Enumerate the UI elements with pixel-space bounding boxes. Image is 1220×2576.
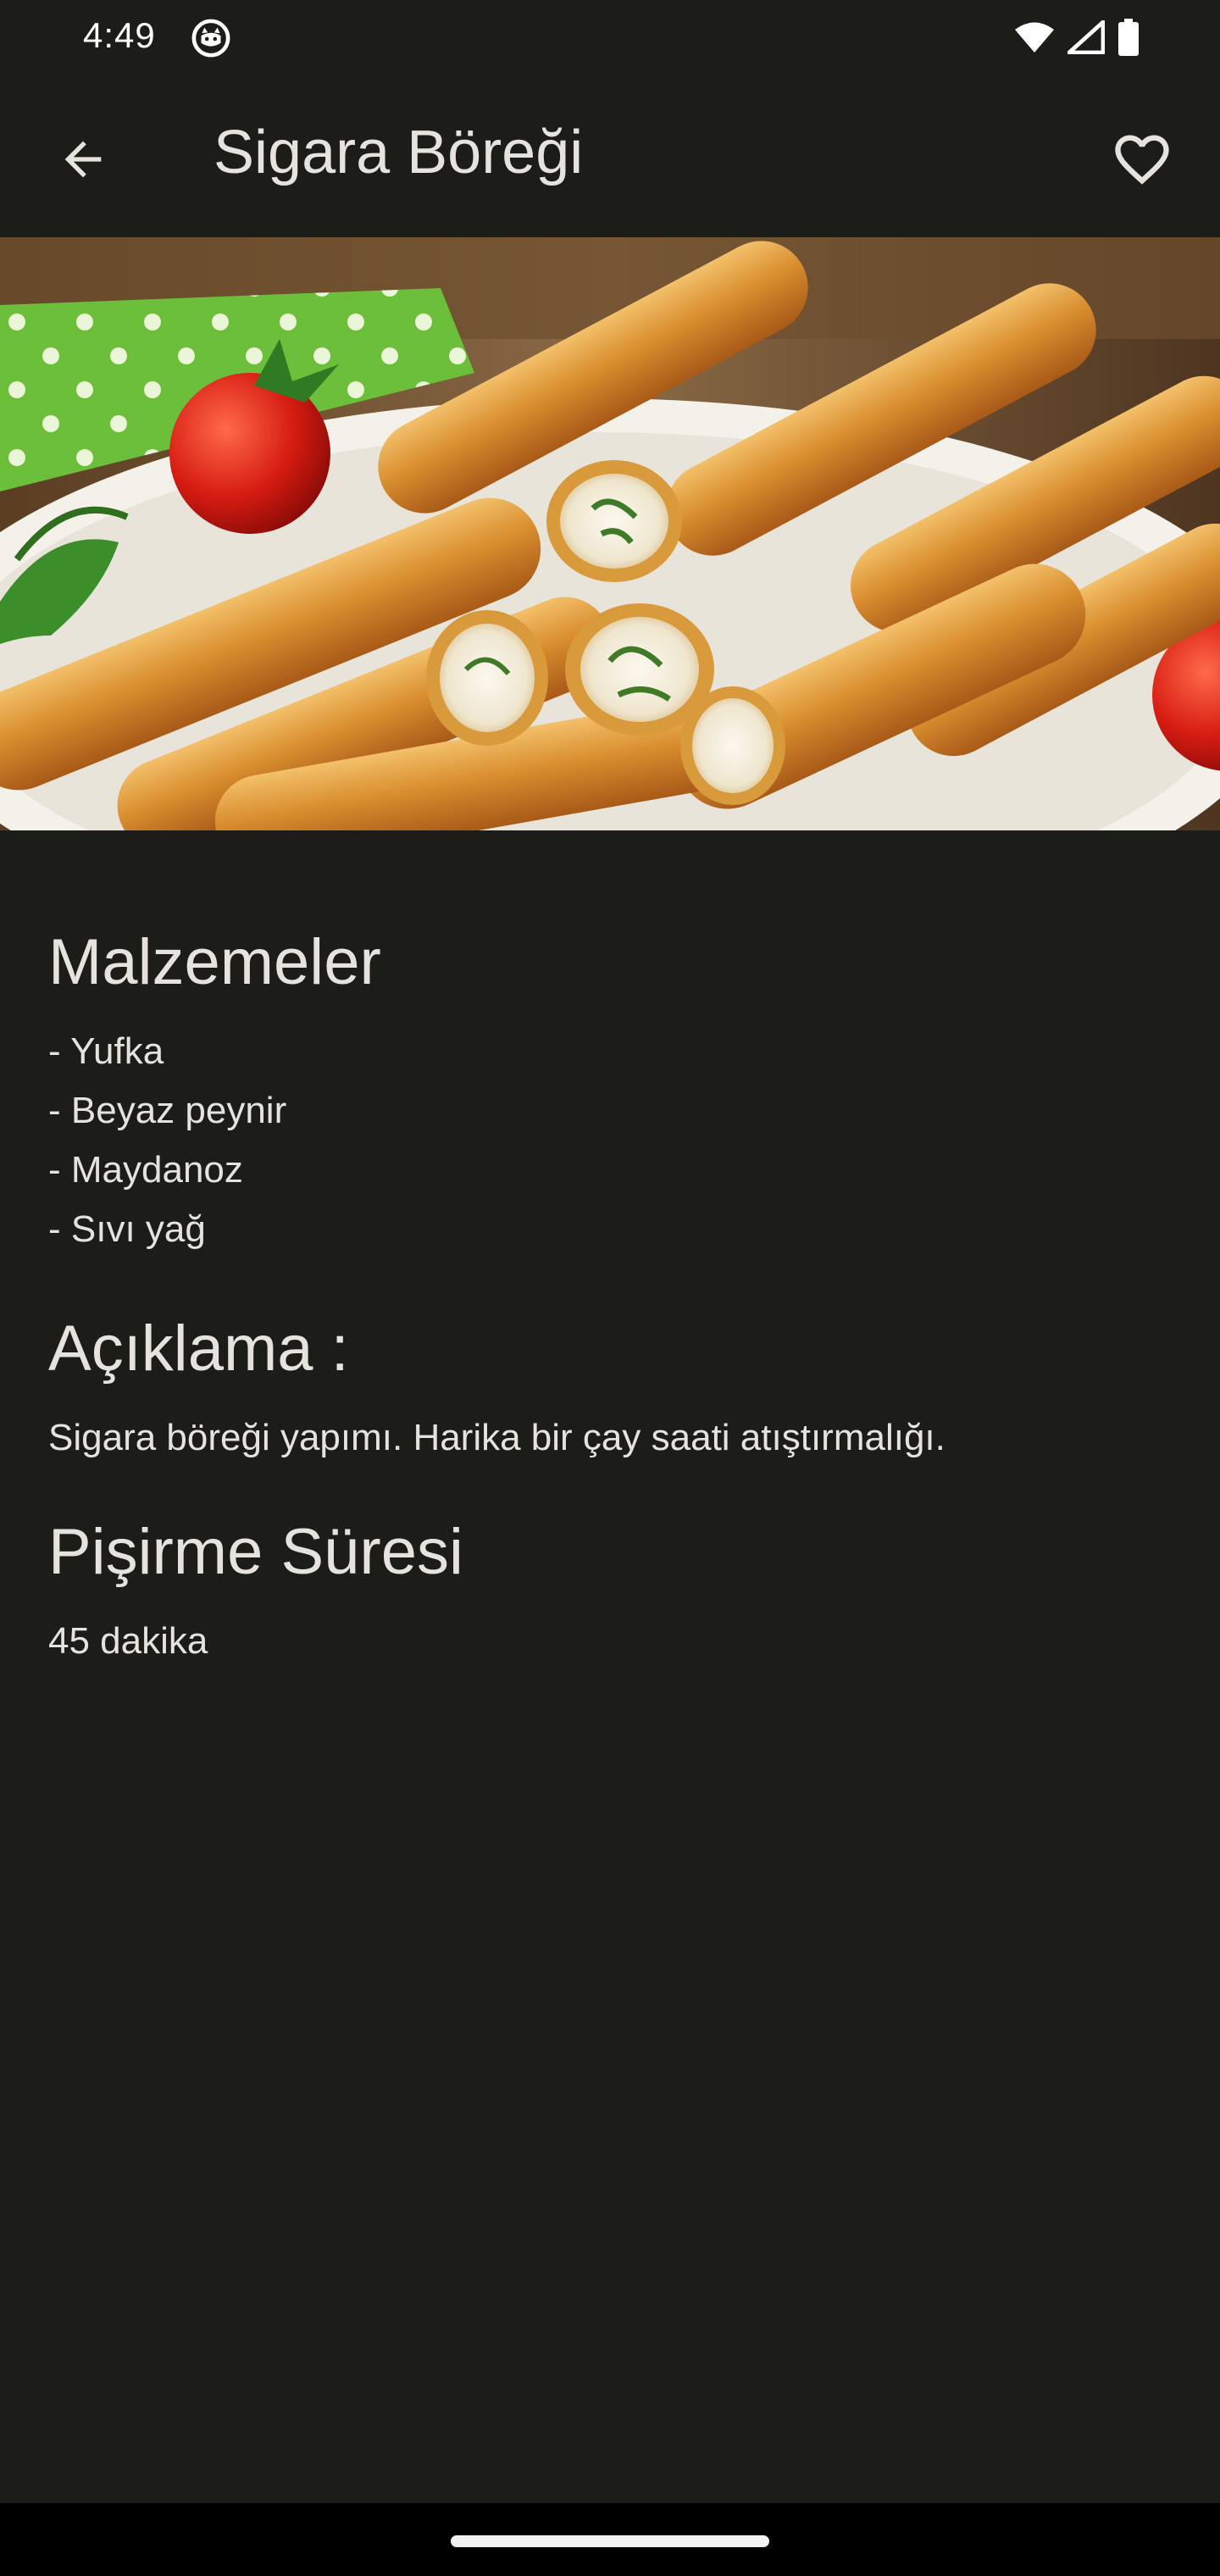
home-gesture-handle[interactable]	[451, 2535, 769, 2547]
ingredient-item: - Sıvı yağ	[48, 1208, 206, 1250]
ingredients-heading: Malzemeler	[48, 926, 381, 998]
ingredients-section: Malzemeler - Yufka - Beyaz peynir - Mayd…	[48, 915, 1175, 1259]
status-icons	[1013, 17, 1140, 58]
description-text: Sigara böreği yapımı. Harika bir çay saa…	[48, 1417, 946, 1458]
status-time: 4:49	[83, 15, 156, 55]
status-bar: 4:49	[0, 0, 1220, 75]
ingredient-item: - Yufka	[48, 1030, 164, 1072]
battery-icon	[1118, 19, 1139, 56]
description-section: Açıklama : Sigara böreği yapımı. Harika …	[48, 1302, 1175, 1468]
favorite-button[interactable]	[1098, 115, 1186, 203]
cooking-time-heading: Pişirme Süresi	[48, 1516, 463, 1588]
cellular-signal-icon	[1068, 20, 1105, 54]
heart-outline-icon	[1115, 135, 1169, 185]
arrow-back-icon	[64, 141, 102, 178]
wifi-icon	[1015, 22, 1054, 53]
navigation-bar	[0, 2503, 1220, 2576]
recipe-content: Malzemeler - Yufka - Beyaz peynir - Mayd…	[48, 915, 1175, 1671]
ingredient-item: - Beyaz peynir	[48, 1090, 287, 1131]
notification-cat-icon	[191, 19, 230, 58]
ingredient-list: - Yufka - Beyaz peynir - Maydanoz - Sıvı…	[48, 1022, 1175, 1259]
back-button[interactable]	[42, 119, 124, 200]
recipe-image	[0, 237, 1220, 830]
description-heading: Açıklama :	[48, 1313, 349, 1385]
recipe-photo-illustration	[0, 237, 1220, 830]
cooking-time-section: Pişirme Süresi 45 dakika	[48, 1505, 1175, 1671]
cooking-time-value: 45 dakika	[48, 1620, 208, 1662]
ingredient-item: - Maydanoz	[48, 1149, 243, 1191]
page-title: Sigara Böreği	[214, 119, 584, 186]
app-bar: Sigara Böreği	[0, 75, 1220, 237]
